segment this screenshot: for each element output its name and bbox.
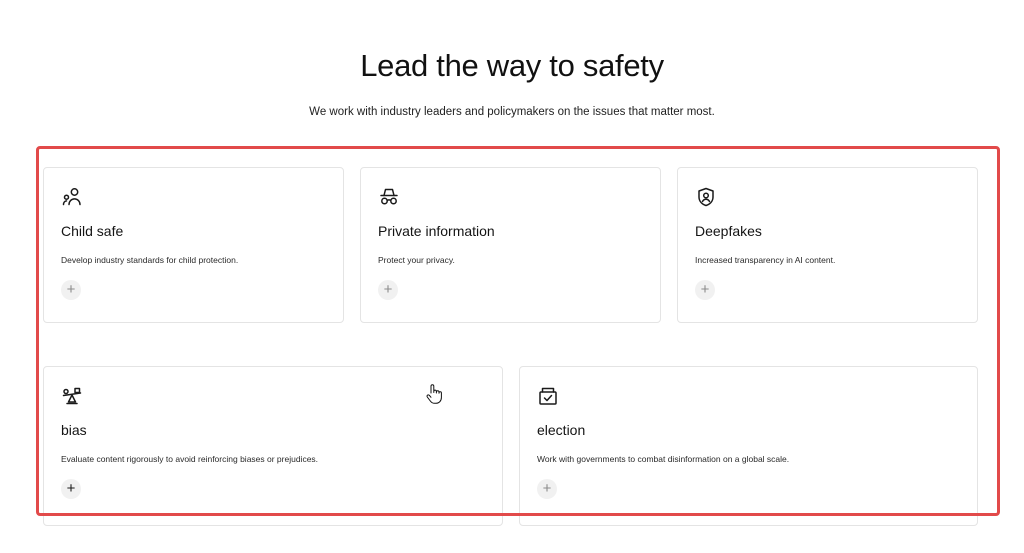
section-subheading: We work with industry leaders and policy… [309, 106, 715, 118]
shield-user-icon [695, 186, 717, 208]
card-description: Develop industry standards for child pro… [61, 255, 239, 265]
expand-button[interactable]: + [61, 280, 81, 300]
card-description: Work with governments to combat disinfor… [537, 454, 790, 464]
card-title: Child safe [61, 223, 124, 239]
expand-button[interactable]: + [695, 280, 715, 300]
children-icon [61, 186, 83, 208]
card-description: Evaluate content rigorously to avoid rei… [61, 454, 319, 464]
expand-button[interactable]: + [378, 280, 398, 300]
card-private-information[interactable]: Private information Protect your privacy… [360, 167, 661, 323]
expand-button[interactable]: + [537, 479, 557, 499]
safety-section: Lead the way to safety We work with indu… [0, 0, 1024, 553]
card-title: Private information [378, 223, 495, 239]
card-election[interactable]: election Work with governments to combat… [519, 366, 978, 526]
ballot-box-icon [537, 385, 559, 407]
card-child-safe[interactable]: Child safe Develop industry standards fo… [43, 167, 344, 323]
hand-cursor-icon [426, 384, 442, 404]
card-deepfakes[interactable]: Deepfakes Increased transparency in AI c… [677, 167, 978, 323]
incognito-icon [378, 186, 400, 208]
balance-scale-icon [61, 385, 83, 407]
card-title: election [537, 422, 586, 438]
section-heading: Lead the way to safety [360, 48, 664, 83]
card-description: Increased transparency in AI content. [695, 255, 836, 265]
expand-button[interactable]: + [61, 479, 81, 499]
card-title: bias [61, 422, 87, 438]
card-description: Protect your privacy. [378, 255, 455, 265]
card-title: Deepfakes [695, 223, 762, 239]
